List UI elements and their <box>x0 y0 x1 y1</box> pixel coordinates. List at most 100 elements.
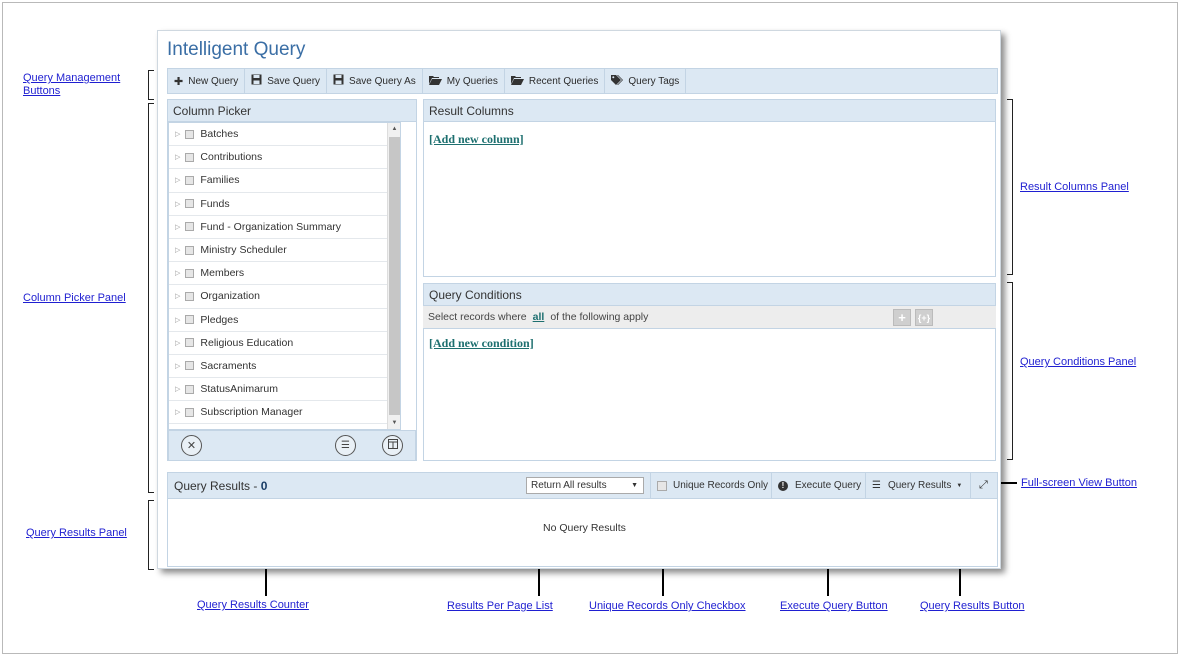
new-query-button[interactable]: ✚ New Query <box>168 69 246 93</box>
new-query-label: New Query <box>188 75 239 87</box>
tags-icon <box>611 74 624 88</box>
add-condition-button[interactable]: + <box>893 309 911 326</box>
save-query-as-label: Save Query As <box>349 75 416 87</box>
column-picker-item[interactable]: ▷ Fund - Organization Summary <box>169 216 400 239</box>
annotation-results-counter[interactable]: Query Results Counter <box>197 599 309 611</box>
add-new-condition-link[interactable]: [Add new condition] <box>429 336 534 350</box>
annotation-query-management-line2: Buttons <box>23 85 61 97</box>
annotation-unique-checkbox[interactable]: Unique Records Only Checkbox <box>589 600 746 612</box>
column-picker-item[interactable]: ▷ StatusAnimarum <box>169 378 400 402</box>
result-columns-panel: [Add new column] <box>423 121 996 277</box>
column-picker-item-label: Organization <box>200 290 260 303</box>
expand-triangle-icon[interactable]: ▷ <box>175 385 180 393</box>
unique-records-toggle[interactable]: Unique Records Only <box>650 473 768 498</box>
expand-triangle-icon[interactable]: ▷ <box>175 130 180 138</box>
expand-triangle-icon[interactable]: ▷ <box>175 339 180 347</box>
expand-triangle-icon[interactable]: ▷ <box>175 408 180 416</box>
layout-icon <box>387 439 398 452</box>
scroll-thumb[interactable] <box>389 137 400 415</box>
column-checkbox[interactable] <box>185 245 195 255</box>
column-picker-item[interactable]: ▷ Contributions <box>169 146 400 170</box>
execute-query-button[interactable]: ! Execute Query <box>771 473 861 498</box>
column-picker-item-label: Batches <box>200 128 239 141</box>
column-picker-item[interactable]: ▷ Families <box>169 169 400 193</box>
column-picker-item-label: Funds <box>200 197 230 210</box>
expand-triangle-icon[interactable]: ▷ <box>175 223 180 231</box>
column-picker-item[interactable]: ▷ Members <box>169 262 400 286</box>
column-picker-item[interactable]: ▷ Ministry Scheduler <box>169 239 400 263</box>
exclamation-icon: ! <box>778 480 788 491</box>
recent-queries-button[interactable]: Recent Queries <box>505 69 606 93</box>
clear-selection-button[interactable]: ✕ <box>181 435 202 456</box>
save-query-as-button[interactable]: Save Query As <box>327 69 423 93</box>
annotation-query-results-panel[interactable]: Query Results Panel <box>26 527 127 539</box>
expand-triangle-icon[interactable]: ▷ <box>175 269 180 277</box>
full-screen-button[interactable]: ⤢ <box>970 473 988 498</box>
folder-open-icon <box>428 75 442 88</box>
column-picker-item-label: Sacraments <box>200 359 257 372</box>
column-picker-scrollbar[interactable]: ▲ ▼ <box>387 123 400 429</box>
column-layout-button[interactable] <box>382 435 403 456</box>
annotation-query-conditions-panel[interactable]: Query Conditions Panel <box>1020 356 1136 368</box>
annotation-full-screen-button[interactable]: Full-screen View Button <box>1021 477 1137 489</box>
match-all-link[interactable]: all <box>533 311 545 323</box>
column-picker-item[interactable]: ▷ Pledges <box>169 309 400 332</box>
query-tags-button[interactable]: Query Tags <box>605 69 687 93</box>
save-as-icon <box>333 74 344 88</box>
expand-triangle-icon[interactable]: ▷ <box>175 153 180 161</box>
expand-triangle-icon[interactable]: ▷ <box>175 200 180 208</box>
column-picker-list: ▷ Batches ▷ Contributions ▷ Families ▷ Funds ▷ Fu… <box>168 122 401 430</box>
expand-triangle-icon[interactable]: ▷ <box>175 176 180 184</box>
column-checkbox[interactable] <box>185 361 195 371</box>
column-picker-item-label: Contributions <box>200 151 263 164</box>
column-picker-item[interactable]: ▷ Religious Education <box>169 332 400 355</box>
column-checkbox[interactable] <box>185 407 195 417</box>
scroll-down-icon[interactable]: ▼ <box>388 417 400 429</box>
annotation-execute-button[interactable]: Execute Query Button <box>780 600 888 612</box>
my-queries-button[interactable]: My Queries <box>423 69 505 93</box>
column-checkbox[interactable] <box>185 338 195 348</box>
bracket-column-picker <box>148 103 154 493</box>
query-conditions-panel: [Add new condition] <box>423 328 996 461</box>
bracket-query-results <box>148 500 154 570</box>
add-condition-group-button[interactable]: {+} <box>915 309 933 326</box>
column-picker-item[interactable]: ▷ Funds <box>169 193 400 216</box>
column-picker-item[interactable]: ▷ Batches <box>169 123 400 147</box>
column-picker-header: Column Picker <box>167 99 417 122</box>
annotation-results-button[interactable]: Query Results Button <box>920 600 1025 612</box>
column-picker-item-label: Religious Education <box>200 336 294 349</box>
column-checkbox[interactable] <box>185 175 195 185</box>
annotation-query-management[interactable]: Query Management Buttons <box>23 72 120 98</box>
column-checkbox[interactable] <box>185 199 195 209</box>
annotation-column-picker-panel[interactable]: Column Picker Panel <box>23 292 126 304</box>
expand-triangle-icon[interactable]: ▷ <box>175 362 180 370</box>
my-queries-label: My Queries <box>446 75 498 87</box>
expand-triangle-icon[interactable]: ▷ <box>175 316 180 324</box>
annotation-query-management-line1: Query Management <box>23 72 121 84</box>
annotation-results-per-page[interactable]: Results Per Page List <box>447 600 553 612</box>
results-per-page-value: Return All results <box>531 480 607 491</box>
results-per-page-select[interactable]: Return All results ▼ <box>526 477 644 494</box>
expand-triangle-icon[interactable]: ▷ <box>175 292 180 300</box>
column-checkbox[interactable] <box>185 129 195 139</box>
column-checkbox[interactable] <box>185 384 195 394</box>
list-options-button[interactable]: ☰ <box>335 435 356 456</box>
column-checkbox[interactable] <box>185 152 195 162</box>
column-checkbox[interactable] <box>185 268 195 278</box>
column-checkbox[interactable] <box>185 222 195 232</box>
query-results-button[interactable]: ☰ Query Results ▼ <box>865 473 969 498</box>
add-new-column-link[interactable]: [Add new column] <box>429 132 524 146</box>
expand-triangle-icon[interactable]: ▷ <box>175 246 180 254</box>
annotation-result-columns-panel[interactable]: Result Columns Panel <box>1020 181 1129 193</box>
column-picker-item[interactable]: ▷ Organization <box>169 285 400 309</box>
save-query-button[interactable]: Save Query <box>245 69 328 93</box>
unique-records-checkbox[interactable] <box>657 480 667 491</box>
column-checkbox[interactable] <box>185 315 195 325</box>
scroll-up-icon[interactable]: ▲ <box>388 123 400 135</box>
result-columns-title: Result Columns <box>429 104 514 118</box>
column-picker-item[interactable]: ▷ Sacraments <box>169 355 400 379</box>
plus-icon: ✚ <box>174 75 184 88</box>
column-checkbox[interactable] <box>185 291 195 301</box>
column-picker-item-label: Fund - Organization Summary <box>200 220 342 233</box>
column-picker-item[interactable]: ▷ Subscription Manager <box>169 401 400 425</box>
